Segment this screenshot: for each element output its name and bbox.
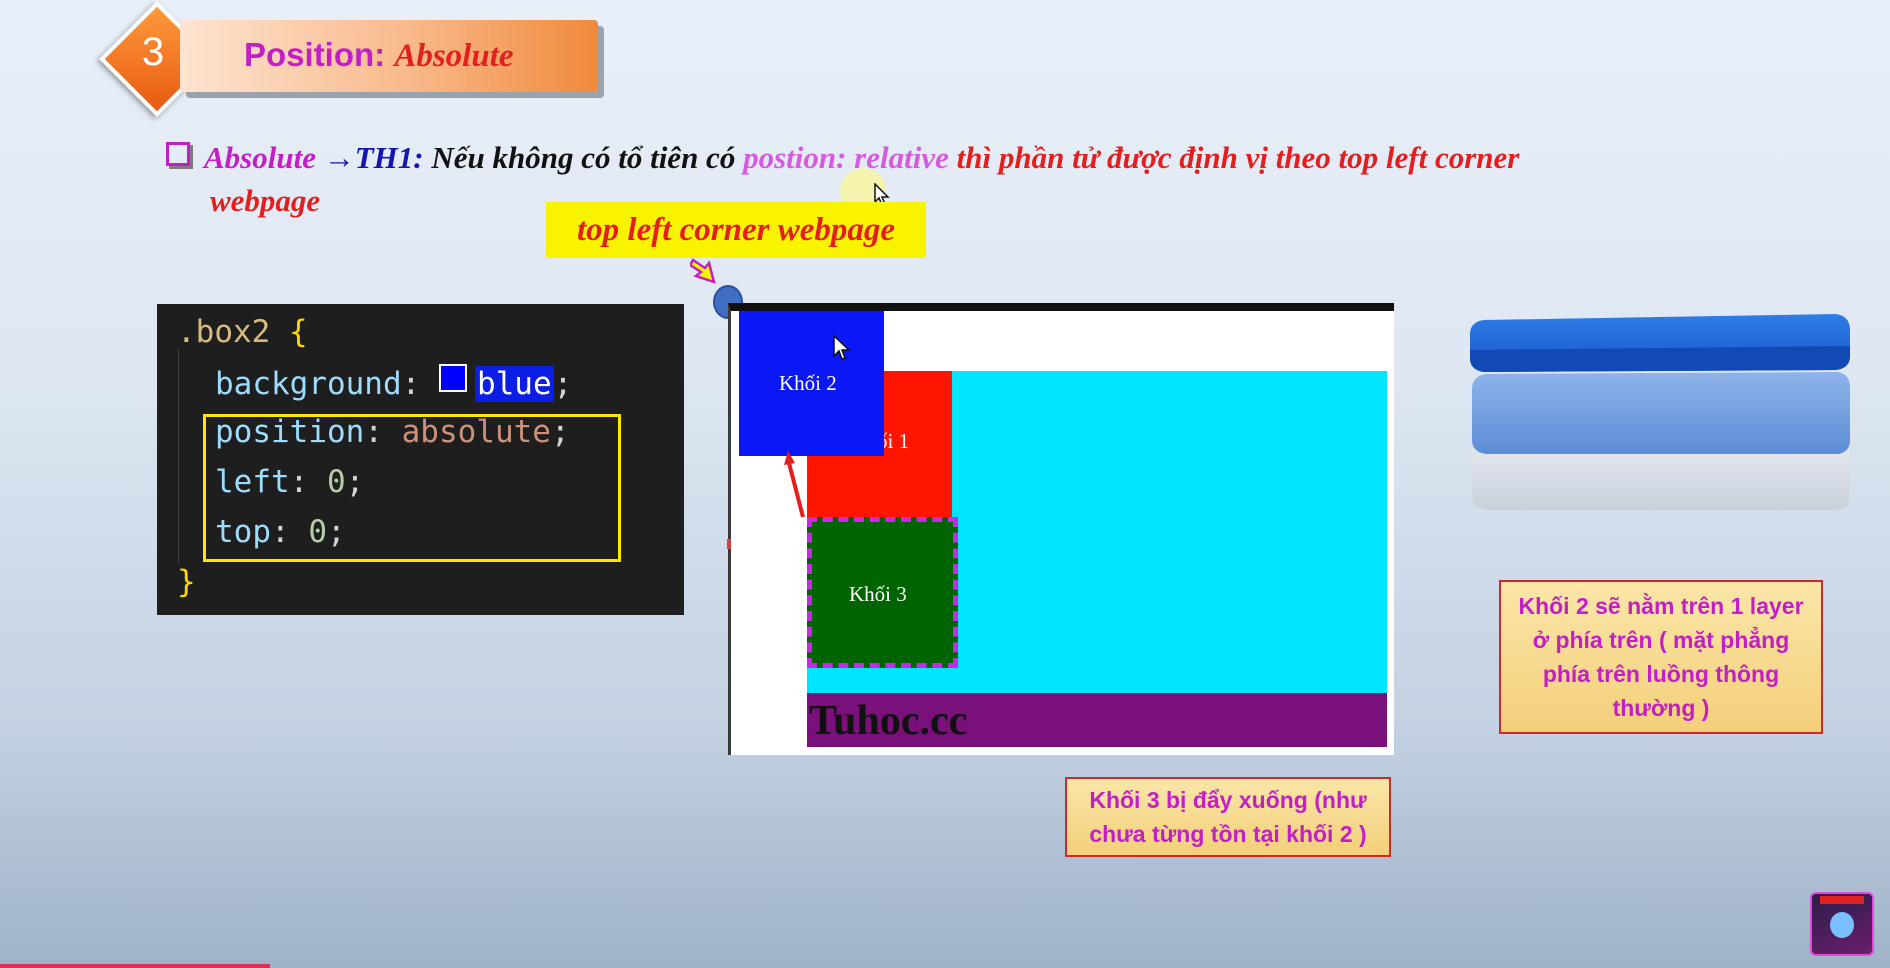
code-value: 0 [308, 514, 327, 550]
red-arrow-icon [784, 451, 805, 518]
checkbox-bullet-icon [166, 142, 190, 166]
code-value-blue: blue [474, 366, 554, 402]
code-prop: background [215, 366, 402, 402]
stacked-layers-icon [1470, 314, 1850, 510]
video-progress-bar[interactable] [0, 964, 270, 968]
code-close-brace: } [177, 564, 196, 600]
box-2: Khối 2 [739, 311, 884, 456]
code-prop: position [215, 414, 365, 450]
bullet-postion: postion: relative [743, 140, 949, 175]
bullet-text: Nếu không có tổ tiên có [431, 140, 736, 175]
gutter-mark [727, 539, 731, 549]
code-line-left: left: 0; [215, 464, 365, 500]
code-value: 0 [326, 464, 346, 500]
subscribe-strip [1820, 896, 1864, 904]
top-left-corner-callout: top left corner webpage [546, 202, 926, 258]
code-prop: top [215, 514, 271, 550]
channel-avatar-icon[interactable] [1810, 892, 1874, 956]
bullet-absolute: Absolute [204, 140, 316, 175]
demo-webpage-preview: ối 1 Khối 3 Tuhoc.cc Khối 2 [727, 303, 1394, 755]
box-2-label: Khối 2 [779, 371, 837, 395]
code-value: absolute [401, 414, 551, 450]
bullet-line2: webpage [210, 183, 321, 218]
code-close-line: } [177, 564, 196, 600]
code-selector: .box2 [177, 314, 271, 350]
mouse-cursor-icon [833, 335, 851, 360]
bullet-th1: TH1: [354, 140, 424, 175]
footer-bar: Tuhoc.cc [807, 693, 1387, 747]
code-line-top: top: 0; [215, 514, 346, 550]
note-box3-pushed: Khối 3 bị đẩy xuống (như chưa từng tồn t… [1065, 777, 1391, 857]
code-open-brace: { [289, 314, 308, 350]
pointer-arrow-icon [690, 258, 716, 284]
avatar-face [1830, 912, 1854, 938]
cyan-container [952, 371, 1387, 693]
code-line-background: background: blue; [215, 364, 573, 402]
slide-title-bar: Position: Absolute [180, 20, 598, 92]
bullet-statement: Absolute →TH1: Nếu không có tổ tiên có p… [166, 136, 1766, 222]
code-prop: left [215, 464, 290, 500]
code-selector-line: .box2 { [177, 314, 308, 350]
css-code-panel: .box2 { background: blue; position: abso… [157, 304, 684, 615]
code-line-position: position: absolute; [215, 414, 570, 450]
arrow-right-icon: → [323, 140, 355, 175]
box-3-label: Khối 3 [849, 582, 907, 606]
indent-guide [178, 349, 179, 564]
footer-text: Tuhoc.cc [809, 698, 968, 744]
color-swatch-icon [438, 364, 467, 392]
note-layer-explanation: Khối 2 sẽ nằm trên 1 layer ở phía trên (… [1499, 580, 1823, 734]
slide-title: Position: Absolute [244, 36, 514, 75]
title-emphasis: Absolute [394, 38, 514, 74]
box-3: Khối 3 [807, 517, 958, 668]
title-prefix: Position: [244, 36, 395, 73]
bullet-red-text: thì phần tử được định vị theo top left c… [956, 140, 1520, 175]
